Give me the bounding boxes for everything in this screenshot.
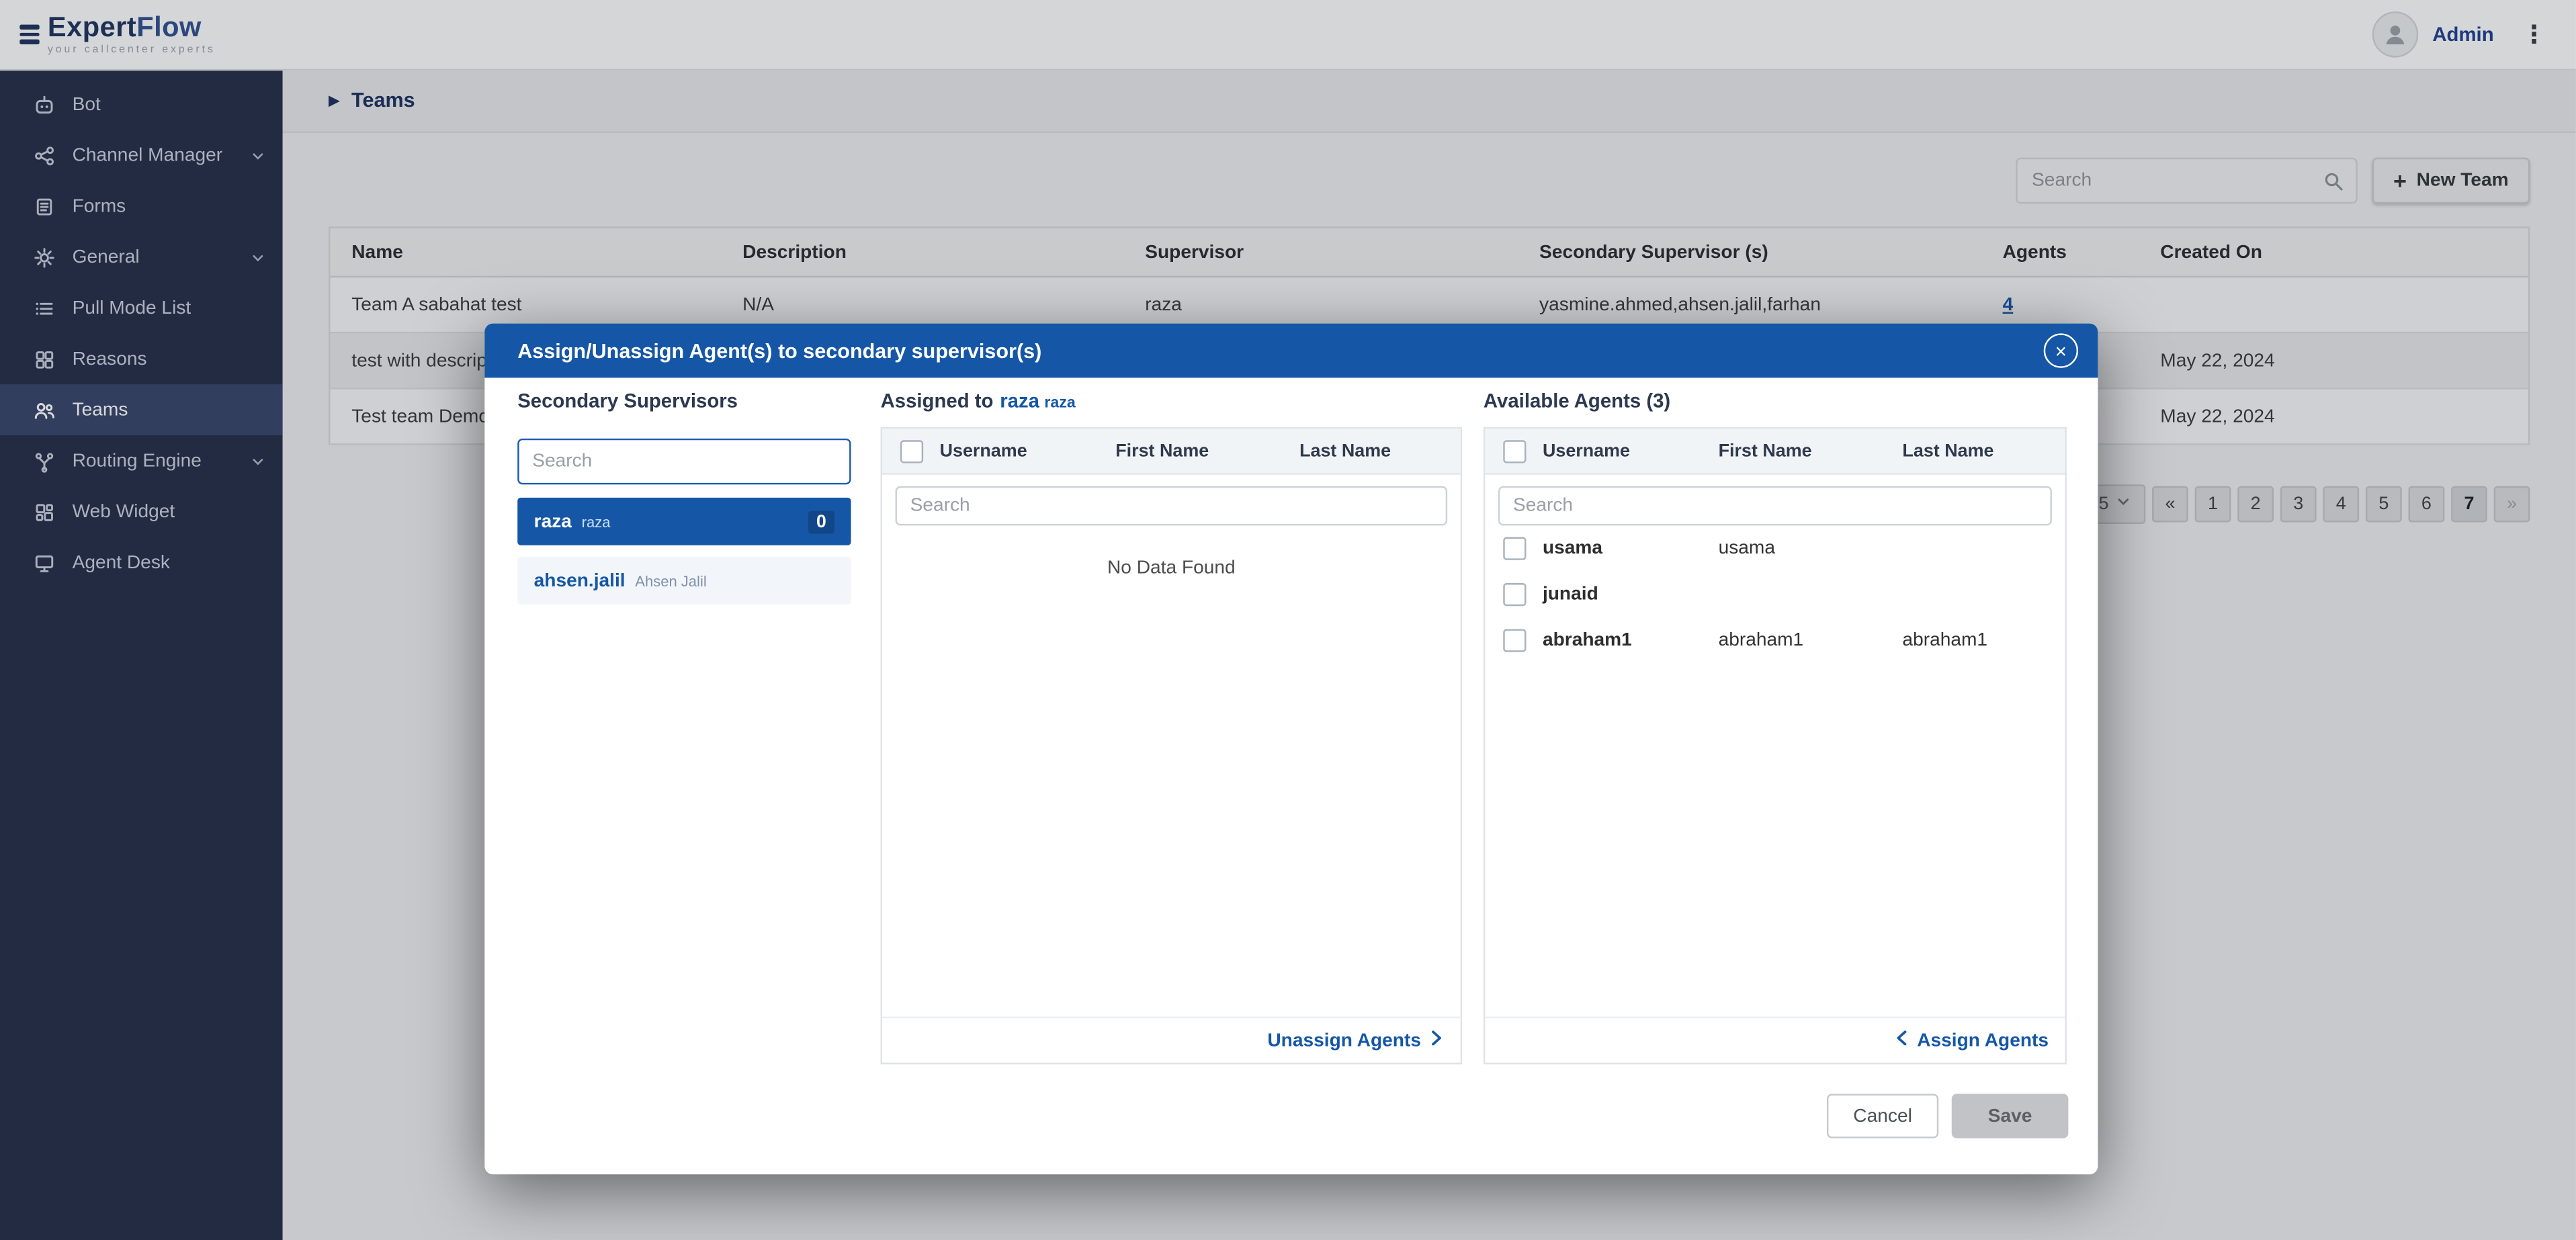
no-data-message: No Data Found <box>882 525 1461 578</box>
select-all-available-checkbox[interactable] <box>1503 439 1526 462</box>
modal-title: Assign/Unassign Agent(s) to secondary su… <box>517 339 1041 362</box>
supervisor-item-raza[interactable]: raza raza 0 <box>517 498 851 545</box>
assigned-count-badge: 0 <box>808 510 834 533</box>
supervisor-search-input[interactable] <box>517 439 851 484</box>
agent-row-abraham1[interactable]: abraham1 abraham1 abraham1 <box>1485 617 2065 663</box>
column-header: Username <box>1543 441 1719 461</box>
close-icon[interactable]: × <box>2044 333 2078 367</box>
agent-checkbox[interactable] <box>1503 583 1526 606</box>
column-header: First Name <box>1719 441 1903 461</box>
modal-header: Assign/Unassign Agent(s) to secondary su… <box>484 324 2098 378</box>
column-header: Username <box>940 441 1116 461</box>
assigned-search-input[interactable] <box>896 486 1448 526</box>
secondary-supervisors-title: Secondary Supervisors <box>517 389 738 412</box>
secondary-supervisors-panel: raza raza 0 ahsen.jalil Ahsen Jalil <box>517 439 851 616</box>
agent-checkbox[interactable] <box>1503 629 1526 652</box>
available-footer: Assign Agents <box>1485 1017 2065 1063</box>
chevron-right-icon <box>1428 1028 1444 1053</box>
agent-row-usama[interactable]: usama usama <box>1485 525 2065 571</box>
available-search <box>1498 486 2052 526</box>
column-header: Last Name <box>1902 441 2065 461</box>
assigned-footer: Unassign Agents <box>882 1017 1461 1063</box>
assign-agents-button[interactable]: Assign Agents <box>1894 1028 2049 1053</box>
app-root: ExpertFlow your callcenter experts Admin… <box>0 0 2576 1240</box>
agent-row-junaid[interactable]: junaid <box>1485 572 2065 617</box>
column-header: Last Name <box>1299 441 1461 461</box>
available-table-header: Username First Name Last Name <box>1485 429 2065 474</box>
available-search-input[interactable] <box>1498 486 2052 526</box>
cancel-button[interactable]: Cancel <box>1827 1094 1938 1138</box>
available-agents-title: Available Agents (3) <box>1484 389 1670 412</box>
agent-checkbox[interactable] <box>1503 537 1526 560</box>
save-button[interactable]: Save <box>1952 1094 2069 1138</box>
column-header: First Name <box>1115 441 1299 461</box>
assigned-table-header: Username First Name Last Name <box>882 429 1461 474</box>
assigned-agents-panel: Username First Name Last Name No Data Fo… <box>881 427 1463 1065</box>
supervisor-item-ahsen-jalil[interactable]: ahsen.jalil Ahsen Jalil <box>517 557 851 605</box>
select-all-assigned-checkbox[interactable] <box>900 439 923 462</box>
available-agents-panel: Username First Name Last Name usama usam… <box>1484 427 2067 1065</box>
assigned-title: Assigned torazaraza <box>881 389 1076 412</box>
assigned-search <box>896 486 1448 526</box>
supervisor-list: raza raza 0 ahsen.jalil Ahsen Jalil <box>517 498 851 605</box>
assign-agents-modal: Assign/Unassign Agent(s) to secondary su… <box>484 324 2098 1175</box>
chevron-left-icon <box>1894 1028 1910 1053</box>
available-agents-list: usama usama junaid abraham1 abraham1 abr… <box>1485 525 2065 663</box>
supervisor-search <box>517 439 851 484</box>
unassign-agents-button[interactable]: Unassign Agents <box>1267 1028 1444 1053</box>
